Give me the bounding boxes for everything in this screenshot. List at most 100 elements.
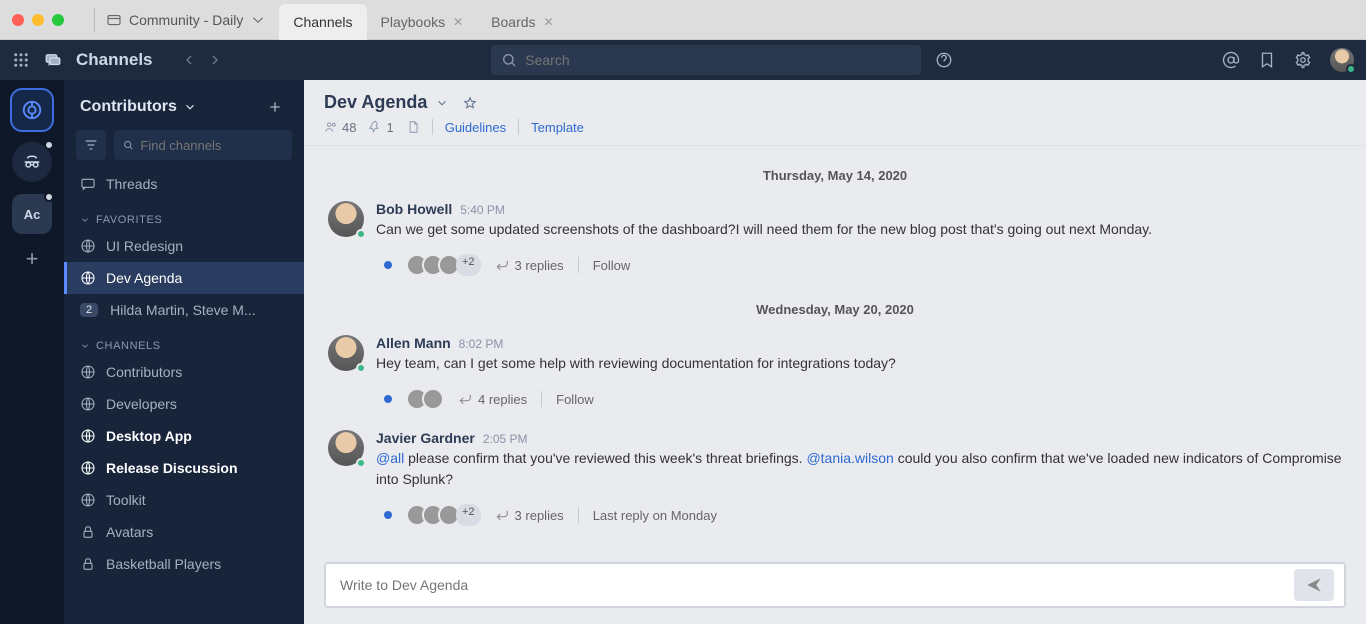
minimize-window-button[interactable] bbox=[32, 14, 44, 26]
chevron-down-icon bbox=[183, 100, 197, 114]
channel-contributors[interactable]: Contributors bbox=[64, 356, 304, 388]
message-author[interactable]: Bob Howell bbox=[376, 201, 452, 217]
maximize-window-button[interactable] bbox=[52, 14, 64, 26]
avatar[interactable] bbox=[328, 201, 364, 237]
link-guidelines[interactable]: Guidelines bbox=[445, 120, 506, 135]
search-icon bbox=[122, 138, 134, 152]
tab-boards[interactable]: Boards✕ bbox=[477, 4, 567, 40]
tab-playbooks[interactable]: Playbooks✕ bbox=[367, 4, 478, 40]
composer-input[interactable] bbox=[340, 577, 1294, 593]
add-server-button[interactable]: + bbox=[26, 246, 39, 272]
replies-button[interactable]: 4 replies bbox=[458, 392, 527, 407]
chevron-down-icon[interactable] bbox=[249, 11, 267, 29]
plus-count: +2 bbox=[456, 504, 481, 526]
link-template[interactable]: Template bbox=[531, 120, 584, 135]
channel-release-discussion[interactable]: Release Discussion bbox=[64, 452, 304, 484]
meta-separator bbox=[432, 119, 433, 135]
team-header[interactable]: Contributors bbox=[64, 80, 304, 130]
category-channels[interactable]: CHANNELS bbox=[64, 326, 304, 356]
header-title: Channels bbox=[76, 50, 153, 70]
mentions-icon[interactable] bbox=[1222, 51, 1240, 69]
replies-button[interactable]: 3 replies bbox=[495, 508, 564, 523]
grid-icon[interactable] bbox=[12, 51, 30, 69]
message-list: Thursday, May 14, 2020 Bob Howell5:40 PM… bbox=[304, 146, 1366, 552]
status-online-icon bbox=[356, 458, 366, 468]
thread-summary[interactable]: +2 3 replies Follow bbox=[304, 246, 1366, 290]
replies-button[interactable]: 3 replies bbox=[495, 258, 564, 273]
server-item-1[interactable] bbox=[12, 142, 52, 182]
message: Javier Gardner2:05 PM @all please confir… bbox=[304, 424, 1366, 496]
add-button[interactable] bbox=[262, 94, 288, 120]
channel-developers[interactable]: Developers bbox=[64, 388, 304, 420]
channel-label: Developers bbox=[106, 396, 177, 412]
channel-ui-redesign[interactable]: UI Redesign bbox=[64, 230, 304, 262]
search-input[interactable] bbox=[525, 52, 911, 68]
unread-badge bbox=[44, 192, 54, 202]
category-favorites[interactable]: FAVORITES bbox=[64, 200, 304, 230]
message-author[interactable]: Javier Gardner bbox=[376, 430, 475, 446]
close-icon[interactable]: ✕ bbox=[544, 15, 554, 29]
thread-summary[interactable]: +2 3 replies Last reply on Monday bbox=[304, 496, 1366, 540]
channel-toolkit[interactable]: Toolkit bbox=[64, 484, 304, 516]
files-button[interactable] bbox=[406, 120, 420, 134]
settings-icon[interactable] bbox=[1294, 51, 1312, 69]
pinned-count[interactable]: 1 bbox=[368, 120, 393, 135]
channel-title[interactable]: Dev Agenda bbox=[324, 92, 427, 113]
help-icon[interactable] bbox=[935, 51, 953, 69]
user-avatar[interactable] bbox=[1330, 48, 1354, 72]
plus-count: +2 bbox=[456, 254, 481, 276]
history-icon[interactable] bbox=[105, 11, 123, 29]
message-author[interactable]: Allen Mann bbox=[376, 335, 451, 351]
saved-icon[interactable] bbox=[1258, 51, 1276, 69]
avatar[interactable] bbox=[328, 430, 364, 466]
server-item-2[interactable]: Ac bbox=[12, 194, 52, 234]
find-channels-input[interactable] bbox=[140, 138, 284, 153]
dm-hilda-steve[interactable]: 2Hilda Martin, Steve M... bbox=[64, 294, 304, 326]
sidebar-filter-row bbox=[64, 130, 304, 168]
close-icon[interactable]: ✕ bbox=[453, 15, 463, 29]
channel-title-row: Dev Agenda bbox=[324, 92, 1346, 113]
back-icon[interactable] bbox=[181, 52, 197, 68]
channel-label: Contributors bbox=[106, 364, 182, 380]
channel-desktop-app[interactable]: Desktop App bbox=[64, 420, 304, 452]
thread-summary[interactable]: 4 replies Follow bbox=[304, 380, 1366, 424]
workspace-name[interactable]: Community - Daily bbox=[129, 12, 243, 28]
follow-button[interactable]: Follow bbox=[593, 258, 631, 273]
filter-button[interactable] bbox=[76, 130, 106, 160]
channel-label: Toolkit bbox=[106, 492, 146, 508]
channel-dev-agenda[interactable]: Dev Agenda bbox=[64, 262, 304, 294]
star-icon[interactable] bbox=[463, 96, 477, 110]
mention-badge: 2 bbox=[80, 303, 98, 317]
mention[interactable]: @tania.wilson bbox=[806, 450, 893, 466]
window-controls bbox=[12, 14, 64, 26]
mention[interactable]: @all bbox=[376, 450, 404, 466]
tab-strip: Channels Playbooks✕ Boards✕ bbox=[279, 0, 567, 40]
send-button[interactable] bbox=[1294, 569, 1334, 601]
message-time: 8:02 PM bbox=[459, 337, 504, 351]
server-rail: Ac + bbox=[0, 80, 64, 624]
message-time: 5:40 PM bbox=[460, 203, 505, 217]
server-item-0[interactable] bbox=[12, 90, 52, 130]
search-wrap bbox=[223, 45, 1222, 75]
forward-icon[interactable] bbox=[207, 52, 223, 68]
avatar-stack bbox=[406, 388, 444, 410]
channel-sidebar: Contributors Threads FAVORITES UI Redesi… bbox=[64, 80, 304, 624]
unread-dot bbox=[384, 261, 392, 269]
thread-separator bbox=[541, 391, 542, 407]
team-name: Contributors bbox=[80, 98, 177, 116]
channel-basketball-players[interactable]: Basketball Players bbox=[64, 548, 304, 580]
member-count[interactable]: 48 bbox=[324, 120, 356, 135]
channel-avatars[interactable]: Avatars bbox=[64, 516, 304, 548]
find-channels-box[interactable] bbox=[114, 130, 292, 160]
chevron-down-icon[interactable] bbox=[435, 96, 449, 110]
search-box[interactable] bbox=[491, 45, 921, 75]
close-window-button[interactable] bbox=[12, 14, 24, 26]
follow-button[interactable]: Follow bbox=[556, 392, 594, 407]
avatar[interactable] bbox=[328, 335, 364, 371]
threads-item[interactable]: Threads bbox=[64, 168, 304, 200]
composer-box[interactable] bbox=[324, 562, 1346, 608]
message-text: @all please confirm that you've reviewed… bbox=[376, 448, 1342, 490]
tab-channels[interactable]: Channels bbox=[279, 4, 366, 40]
globe-icon bbox=[80, 238, 96, 254]
message: Bob Howell5:40 PM Can we get some update… bbox=[304, 195, 1366, 246]
